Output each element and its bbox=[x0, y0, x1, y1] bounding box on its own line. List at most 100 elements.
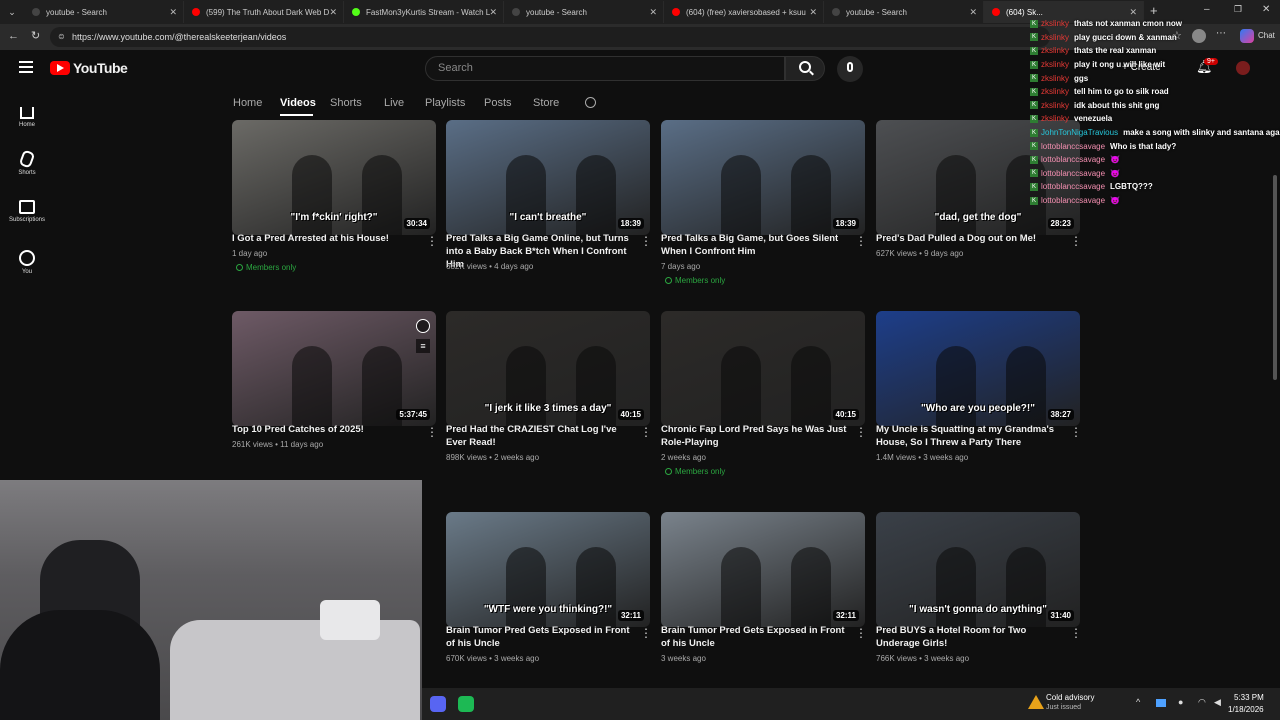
volume-icon[interactable]: ◀ bbox=[1214, 697, 1221, 708]
video-thumbnail[interactable]: "I jerk it like 3 times a day" 40:15 bbox=[446, 311, 650, 426]
chat-message-text: 👿 bbox=[1110, 168, 1121, 178]
sidebar-item-shorts[interactable]: Shorts bbox=[0, 149, 54, 176]
video-title[interactable]: Chronic Fap Lord Pred Says he Was Just R… bbox=[661, 423, 851, 449]
video-thumbnail[interactable]: "I wasn't gonna do anything" 31:40 bbox=[876, 512, 1080, 627]
video-thumbnail[interactable]: 32:11 bbox=[661, 512, 865, 627]
video-title[interactable]: Pred BUYS a Hotel Room for Two Underage … bbox=[876, 624, 1066, 650]
site-info-icon[interactable]: ⊜ bbox=[58, 27, 65, 47]
tab-posts[interactable]: Posts bbox=[484, 97, 512, 109]
close-tab-icon[interactable]: ✕ bbox=[489, 7, 497, 18]
video-title[interactable]: Pred Had the CRAZIEST Chat Log I've Ever… bbox=[446, 423, 636, 449]
add-to-queue-icon[interactable]: ≡ bbox=[416, 339, 430, 353]
video-thumbnail[interactable]: "I can't breathe" 18:39 bbox=[446, 120, 650, 235]
tab-playlists[interactable]: Playlists bbox=[425, 97, 465, 109]
video-title[interactable]: Pred Talks a Big Game, but Goes Silent W… bbox=[661, 232, 851, 258]
chat-message-text: tell him to go to silk road bbox=[1074, 87, 1169, 97]
channel-search-icon[interactable] bbox=[585, 97, 596, 108]
sidebar-item-home[interactable]: Home bbox=[0, 102, 54, 128]
chat-message-text: 👿 bbox=[1110, 155, 1121, 165]
video-menu-icon[interactable]: ⋮ bbox=[855, 626, 867, 640]
tab-videos[interactable]: Videos bbox=[280, 97, 316, 109]
video-title[interactable]: Brain Tumor Pred Gets Exposed in Front o… bbox=[446, 624, 636, 650]
tab-shorts[interactable]: Shorts bbox=[330, 97, 362, 109]
browser-tab[interactable]: youtube - Search ✕ bbox=[824, 1, 984, 23]
browser-tab[interactable]: youtube - Search ✕ bbox=[504, 1, 664, 23]
video-title[interactable]: Top 10 Pred Catches of 2025! bbox=[232, 423, 422, 436]
clock-date[interactable]: 1/18/2026 bbox=[1228, 705, 1264, 714]
maximize-button[interactable]: ❐ bbox=[1234, 4, 1242, 15]
voice-search-button[interactable] bbox=[837, 56, 863, 82]
video-thumbnail[interactable]: 40:15 bbox=[661, 311, 865, 426]
sidebar-item-you[interactable]: You bbox=[0, 250, 54, 275]
discord-icon[interactable] bbox=[430, 696, 446, 712]
browser-tab[interactable]: (604) (free) xaviersobased + ksuu ✕ bbox=[664, 1, 824, 23]
video-title[interactable]: My Uncle is Squatting at my Grandma's Ho… bbox=[876, 423, 1066, 449]
video-menu-icon[interactable]: ⋮ bbox=[1070, 234, 1082, 248]
close-tab-icon[interactable]: ✕ bbox=[969, 7, 977, 18]
browser-tab[interactable]: youtube - Search ✕ bbox=[24, 1, 184, 23]
weather-title[interactable]: Cold advisory bbox=[1046, 693, 1094, 702]
video-metadata: 7 days ago bbox=[661, 262, 701, 271]
video-thumbnail[interactable]: 18:39 bbox=[661, 120, 865, 235]
video-duration-badge: 38:27 bbox=[1047, 409, 1074, 420]
watch-later-icon[interactable] bbox=[416, 319, 430, 333]
video-menu-icon[interactable]: ⋮ bbox=[640, 234, 652, 248]
hamburger-menu-icon[interactable] bbox=[19, 61, 33, 73]
video-metadata: 3 weeks ago bbox=[661, 654, 706, 663]
tab-list-icon[interactable]: ⌄ bbox=[0, 7, 24, 18]
close-tab-icon[interactable]: ✕ bbox=[809, 7, 817, 18]
back-icon[interactable]: ← bbox=[8, 30, 19, 42]
video-title[interactable]: Brain Tumor Pred Gets Exposed in Front o… bbox=[661, 624, 851, 650]
tray-microphone-icon[interactable]: ● bbox=[1178, 697, 1183, 707]
video-menu-icon[interactable]: ⋮ bbox=[426, 234, 438, 248]
chat-message: Kzkslinky venezuela bbox=[1030, 112, 1280, 126]
close-tab-icon[interactable]: ✕ bbox=[1129, 7, 1137, 18]
youtube-logo[interactable]: YouTube bbox=[50, 60, 128, 76]
taskbar: Cold advisory Just issued ^ ● ◠ ◀ 5:33 P… bbox=[422, 688, 1280, 720]
tab-home[interactable]: Home bbox=[233, 97, 262, 109]
chat-message: Kzkslinky thats the real xanman bbox=[1030, 44, 1280, 58]
browser-tab[interactable]: (599) The Truth About Dark Web D ✕ bbox=[184, 1, 344, 23]
video-menu-icon[interactable]: ⋮ bbox=[855, 425, 867, 439]
search-input[interactable]: Search bbox=[425, 56, 785, 81]
tab-store[interactable]: Store bbox=[533, 97, 559, 109]
minimize-button[interactable]: – bbox=[1204, 4, 1210, 15]
close-tab-icon[interactable]: ✕ bbox=[649, 7, 657, 18]
video-title[interactable]: Pred's Dad Pulled a Dog out on Me! bbox=[876, 232, 1066, 245]
sidebar-item-subscriptions[interactable]: Subscriptions bbox=[0, 200, 54, 223]
video-menu-icon[interactable]: ⋮ bbox=[426, 425, 438, 439]
search-button[interactable] bbox=[785, 56, 825, 81]
video-menu-icon[interactable]: ⋮ bbox=[1070, 626, 1082, 640]
video-menu-icon[interactable]: ⋮ bbox=[855, 234, 867, 248]
chat-username: zkslinky bbox=[1041, 19, 1070, 29]
video-thumbnail[interactable]: "WTF were you thinking?!" 32:11 bbox=[446, 512, 650, 627]
video-menu-icon[interactable]: ⋮ bbox=[1070, 425, 1082, 439]
video-menu-icon[interactable]: ⋮ bbox=[640, 626, 652, 640]
thumbnail-figure bbox=[292, 346, 332, 426]
video-title[interactable]: I Got a Pred Arrested at his House! bbox=[232, 232, 422, 245]
video-thumbnail[interactable]: 5:37:45 ≡ bbox=[232, 311, 436, 426]
new-tab-button[interactable]: + bbox=[1150, 3, 1158, 18]
video-thumbnail[interactable]: "Who are you people?!" 38:27 bbox=[876, 311, 1080, 426]
close-tab-icon[interactable]: ✕ bbox=[169, 7, 177, 18]
url-field[interactable]: ⊜ https://www.youtube.com/@therealskeete… bbox=[50, 27, 1050, 47]
tab-live[interactable]: Live bbox=[384, 97, 404, 109]
tray-app-icon[interactable] bbox=[1156, 699, 1166, 707]
browser-tab[interactable]: FastMon3yKurtis Stream - Watch L ✕ bbox=[344, 1, 504, 23]
video-menu-icon[interactable]: ⋮ bbox=[640, 425, 652, 439]
wifi-icon[interactable]: ◠ bbox=[1198, 697, 1206, 708]
tray-chevron-icon[interactable]: ^ bbox=[1136, 697, 1140, 707]
chat-message: Kzkslinky thats not xanman cmon now bbox=[1030, 17, 1280, 31]
tab-favicon-icon bbox=[32, 8, 40, 16]
video-thumbnail[interactable]: "I'm f*ckin' right?" 30:34 bbox=[232, 120, 436, 235]
tab-title: (604) (free) xaviersobased + ksuu bbox=[686, 7, 806, 17]
chat-message-text: thats not xanman cmon now bbox=[1074, 19, 1183, 29]
tab-title: youtube - Search bbox=[46, 7, 107, 17]
close-tab-icon[interactable]: ✕ bbox=[329, 7, 337, 18]
chat-message-text: 👿 bbox=[1110, 196, 1121, 206]
app-icon[interactable] bbox=[458, 696, 474, 712]
reload-icon[interactable]: ↻ bbox=[31, 29, 40, 42]
sidebar-item-label: You bbox=[21, 269, 33, 275]
close-window-button[interactable]: ✕ bbox=[1262, 4, 1270, 15]
clock-time[interactable]: 5:33 PM bbox=[1234, 693, 1264, 702]
